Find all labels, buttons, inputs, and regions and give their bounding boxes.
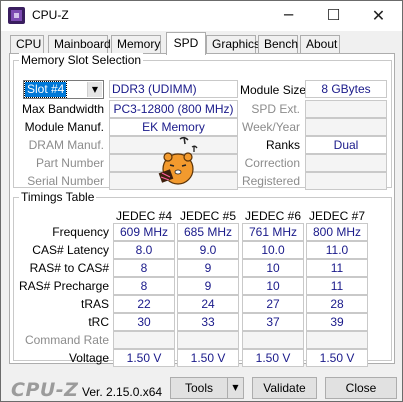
timing-cell: 685 MHz	[177, 223, 239, 241]
spd-ext-value	[305, 100, 387, 118]
tab-bench[interactable]: Bench	[258, 35, 298, 54]
dram-manuf-label: DRAM Manuf.	[28, 138, 104, 152]
column-header: JEDEC #7	[308, 209, 366, 223]
row-label: tRAS	[80, 297, 109, 311]
timing-cell: 9	[177, 259, 239, 277]
timing-cell	[177, 331, 239, 349]
registered-value	[305, 172, 387, 190]
column-header: JEDEC #4	[115, 209, 173, 223]
timing-cell	[113, 331, 175, 349]
maximize-button[interactable]: ☐	[311, 1, 356, 31]
registered-label: Registered	[241, 174, 300, 188]
timing-cell: 8	[113, 277, 175, 295]
row-label: CAS# Latency	[32, 243, 109, 257]
timing-cell: 22	[113, 295, 175, 313]
tab-spd[interactable]: SPD	[166, 32, 206, 55]
timing-cell: 761 MHz	[242, 223, 304, 241]
timing-cell: 37	[242, 313, 304, 331]
timing-cell: 1.50 V	[177, 349, 239, 367]
timing-cell: 24	[177, 295, 239, 313]
slot-select-value: Slot #4	[23, 81, 68, 98]
chevron-down-icon[interactable]: ▼	[87, 82, 102, 97]
timing-cell: 10	[242, 277, 304, 295]
spd-panel: Memory Slot Selection Slot #4 ▼ DDR3 (UD…	[9, 53, 395, 367]
timing-cell: 39	[306, 313, 368, 331]
module-size-value: 8 GBytes	[305, 80, 387, 98]
correction-label: Correction	[244, 156, 300, 170]
timing-cell: 8.0	[113, 241, 175, 259]
ranks-label: Ranks	[265, 138, 300, 152]
chevron-down-icon[interactable]: ▼	[227, 378, 243, 398]
tab-memory[interactable]: Memory	[111, 35, 161, 54]
cpuz-brand-logo: CPU-Z	[11, 379, 79, 401]
group-title: Timings Table	[19, 190, 97, 204]
column-header: JEDEC #5	[179, 209, 237, 223]
tab-cpu[interactable]: CPU	[10, 35, 44, 54]
timing-cell: 30	[113, 313, 175, 331]
max-bandwidth-value: PC3-12800 (800 MHz)	[109, 100, 238, 118]
max-bandwidth-label: Max Bandwidth	[21, 102, 104, 116]
slot-select[interactable]: Slot #4 ▼	[23, 80, 104, 99]
memory-slot-selection-group: Memory Slot Selection Slot #4 ▼ DDR3 (UD…	[13, 53, 392, 190]
timing-cell: 11.0	[306, 241, 368, 259]
row-label: RAS# Precharge	[18, 279, 109, 293]
title-bar: CPU-Z ─ ☐ ✕	[1, 1, 402, 31]
timing-cell: 10	[242, 259, 304, 277]
timing-cell	[306, 331, 368, 349]
week-year-label: Week/Year	[241, 120, 300, 134]
row-label: Voltage	[68, 351, 109, 365]
week-year-value	[305, 118, 387, 136]
timing-cell: 9	[177, 277, 239, 295]
timing-cell: 1.50 V	[306, 349, 368, 367]
timing-cell: 11	[306, 259, 368, 277]
column-header: JEDEC #6	[244, 209, 302, 223]
timing-cell: 8	[113, 259, 175, 277]
ranks-value: Dual	[305, 136, 387, 154]
tab-mainboard[interactable]: Mainboard	[48, 35, 111, 54]
bear-mascot-image	[122, 135, 214, 187]
correction-value	[305, 154, 387, 172]
timing-cell: 27	[242, 295, 304, 313]
tab-graphics[interactable]: Graphics	[206, 35, 260, 54]
row-label: RAS# to CAS#	[29, 261, 109, 275]
validate-button[interactable]: Validate	[252, 377, 317, 399]
cpuz-window: CPU-Z ─ ☐ ✕ CPU Mainboard Memory SPD Gra…	[0, 0, 403, 402]
window-title: CPU-Z	[32, 8, 69, 22]
close-window-button[interactable]: ✕	[356, 1, 401, 31]
timing-cell: 28	[306, 295, 368, 313]
timing-cell: 11	[306, 277, 368, 295]
timing-cell: 10.0	[242, 241, 304, 259]
row-label: tRC	[88, 315, 109, 329]
timing-cell: 1.50 V	[113, 349, 175, 367]
tools-button-label[interactable]: Tools	[171, 378, 227, 398]
timings-table-group: Timings Table JEDEC #4 JEDEC #5 JEDEC #6…	[13, 190, 392, 367]
module-size-label: Module Size	[240, 83, 307, 97]
timing-cell: 33	[177, 313, 239, 331]
timing-cell: 1.50 V	[242, 349, 304, 367]
memory-type-value: DDR3 (UDIMM)	[109, 80, 238, 98]
part-number-label: Part Number	[35, 156, 104, 170]
timing-cell: 9.0	[177, 241, 239, 259]
timing-cell	[242, 331, 304, 349]
version-label: Ver. 2.15.0.x64	[82, 385, 163, 399]
cpuz-app-icon	[8, 7, 25, 24]
close-button[interactable]: Close	[325, 377, 397, 399]
spd-ext-label: SPD Ext.	[251, 102, 300, 116]
module-manuf-value: EK Memory	[109, 118, 238, 136]
module-manuf-label: Module Manuf.	[24, 120, 104, 134]
tab-about[interactable]: About	[300, 35, 340, 54]
timing-cell: 609 MHz	[113, 223, 175, 241]
minimize-button[interactable]: ─	[266, 1, 311, 31]
serial-number-label: Serial Number	[27, 174, 104, 188]
row-label: Command Rate	[24, 333, 109, 347]
group-title: Memory Slot Selection	[19, 53, 144, 67]
row-label: Frequency	[52, 225, 109, 239]
timing-cell: 800 MHz	[306, 223, 368, 241]
tools-button[interactable]: Tools ▼	[170, 377, 244, 399]
